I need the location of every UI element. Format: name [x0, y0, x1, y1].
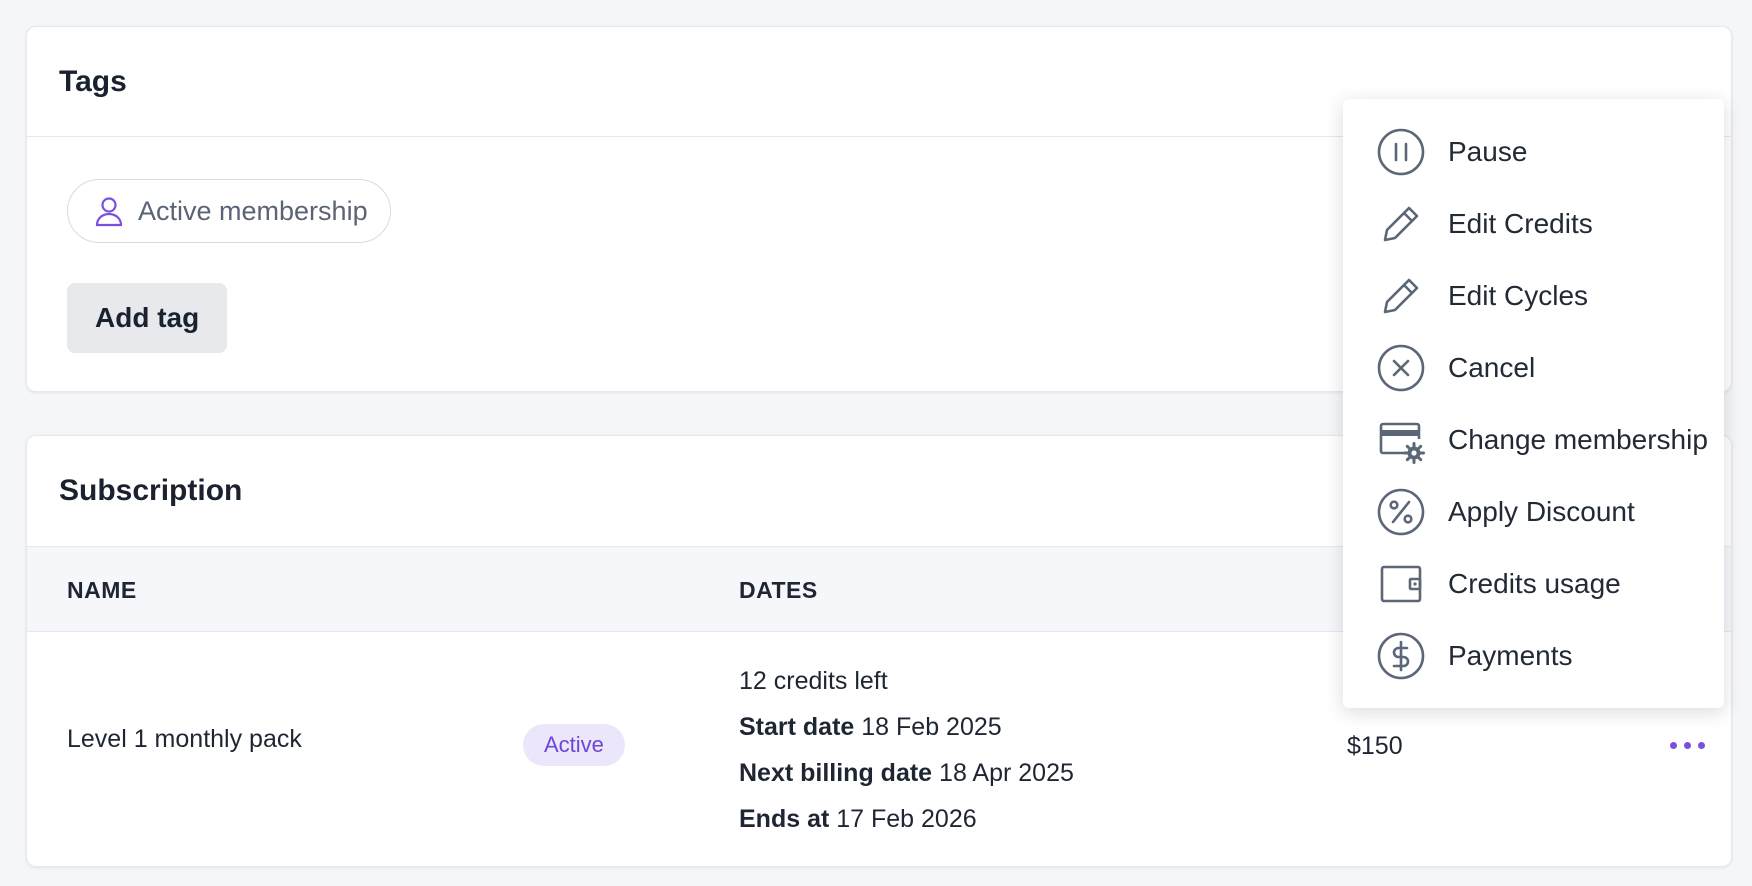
- status-badge: Active: [523, 724, 625, 766]
- menu-item-label: Edit Credits: [1448, 208, 1593, 239]
- dot: [1697, 741, 1705, 749]
- start-date-value: 18 Feb 2025: [861, 713, 1002, 741]
- tag-chip-active-membership[interactable]: Active membership: [67, 179, 391, 243]
- actions-menu: Pause Edit Credits Edit Cycles Cancel Ch…: [1343, 99, 1724, 708]
- menu-item-credits-usage[interactable]: Credits usage: [1343, 548, 1724, 620]
- ends-value: 17 Feb 2026: [836, 805, 977, 833]
- card-settings-icon: [1376, 415, 1426, 465]
- pause-circle-icon: [1376, 127, 1426, 177]
- pencil-icon: [1376, 199, 1426, 249]
- menu-item-edit-cycles[interactable]: Edit Cycles: [1343, 260, 1724, 332]
- ends-line: Ends at 17 Feb 2026: [739, 796, 1074, 842]
- next-billing-line: Next billing date 18 Apr 2025: [739, 750, 1074, 796]
- tags-title: Tags: [59, 64, 127, 98]
- tag-label: Active membership: [138, 195, 368, 226]
- pencil-icon: [1376, 271, 1426, 321]
- column-header-name: NAME: [67, 577, 137, 603]
- column-header-dates: DATES: [739, 577, 818, 603]
- menu-item-change-membership[interactable]: Change membership: [1343, 404, 1724, 476]
- subscription-title: Subscription: [59, 474, 243, 507]
- credits-left: 12 credits left: [739, 667, 888, 695]
- subscription-name: Level 1 monthly pack: [67, 725, 302, 753]
- dot: [1669, 741, 1677, 749]
- menu-item-label: Edit Cycles: [1448, 280, 1589, 311]
- menu-item-label: Change membership: [1448, 424, 1708, 455]
- x-circle-icon: [1376, 343, 1426, 393]
- percent-circle-icon: [1376, 487, 1426, 537]
- add-tag-button[interactable]: Add tag: [67, 283, 228, 353]
- next-billing-label: Next billing date: [739, 759, 933, 787]
- start-date-label: Start date: [739, 713, 855, 741]
- dates-cell: 12 credits left Start date 18 Feb 2025 N…: [739, 658, 1074, 842]
- menu-item-cancel[interactable]: Cancel: [1343, 332, 1724, 404]
- price: $150: [1347, 732, 1403, 760]
- wallet-icon: [1376, 559, 1426, 609]
- menu-item-label: Pause: [1448, 136, 1528, 167]
- user-icon: [94, 195, 124, 227]
- more-actions-button[interactable]: [1659, 730, 1715, 760]
- start-date-line: Start date 18 Feb 2025: [739, 704, 1074, 750]
- dot: [1683, 741, 1691, 749]
- next-billing-value: 18 Apr 2025: [939, 759, 1074, 787]
- menu-item-label: Credits usage: [1448, 568, 1621, 599]
- menu-item-pause[interactable]: Pause: [1343, 116, 1724, 188]
- menu-item-edit-credits[interactable]: Edit Credits: [1343, 188, 1724, 260]
- menu-item-apply-discount[interactable]: Apply Discount: [1343, 476, 1724, 548]
- menu-item-label: Cancel: [1448, 352, 1536, 383]
- ends-label: Ends at: [739, 805, 830, 833]
- menu-item-label: Apply Discount: [1448, 496, 1635, 527]
- menu-item-payments[interactable]: Payments: [1343, 620, 1724, 692]
- dollar-circle-icon: [1376, 631, 1426, 681]
- menu-item-label: Payments: [1448, 640, 1573, 671]
